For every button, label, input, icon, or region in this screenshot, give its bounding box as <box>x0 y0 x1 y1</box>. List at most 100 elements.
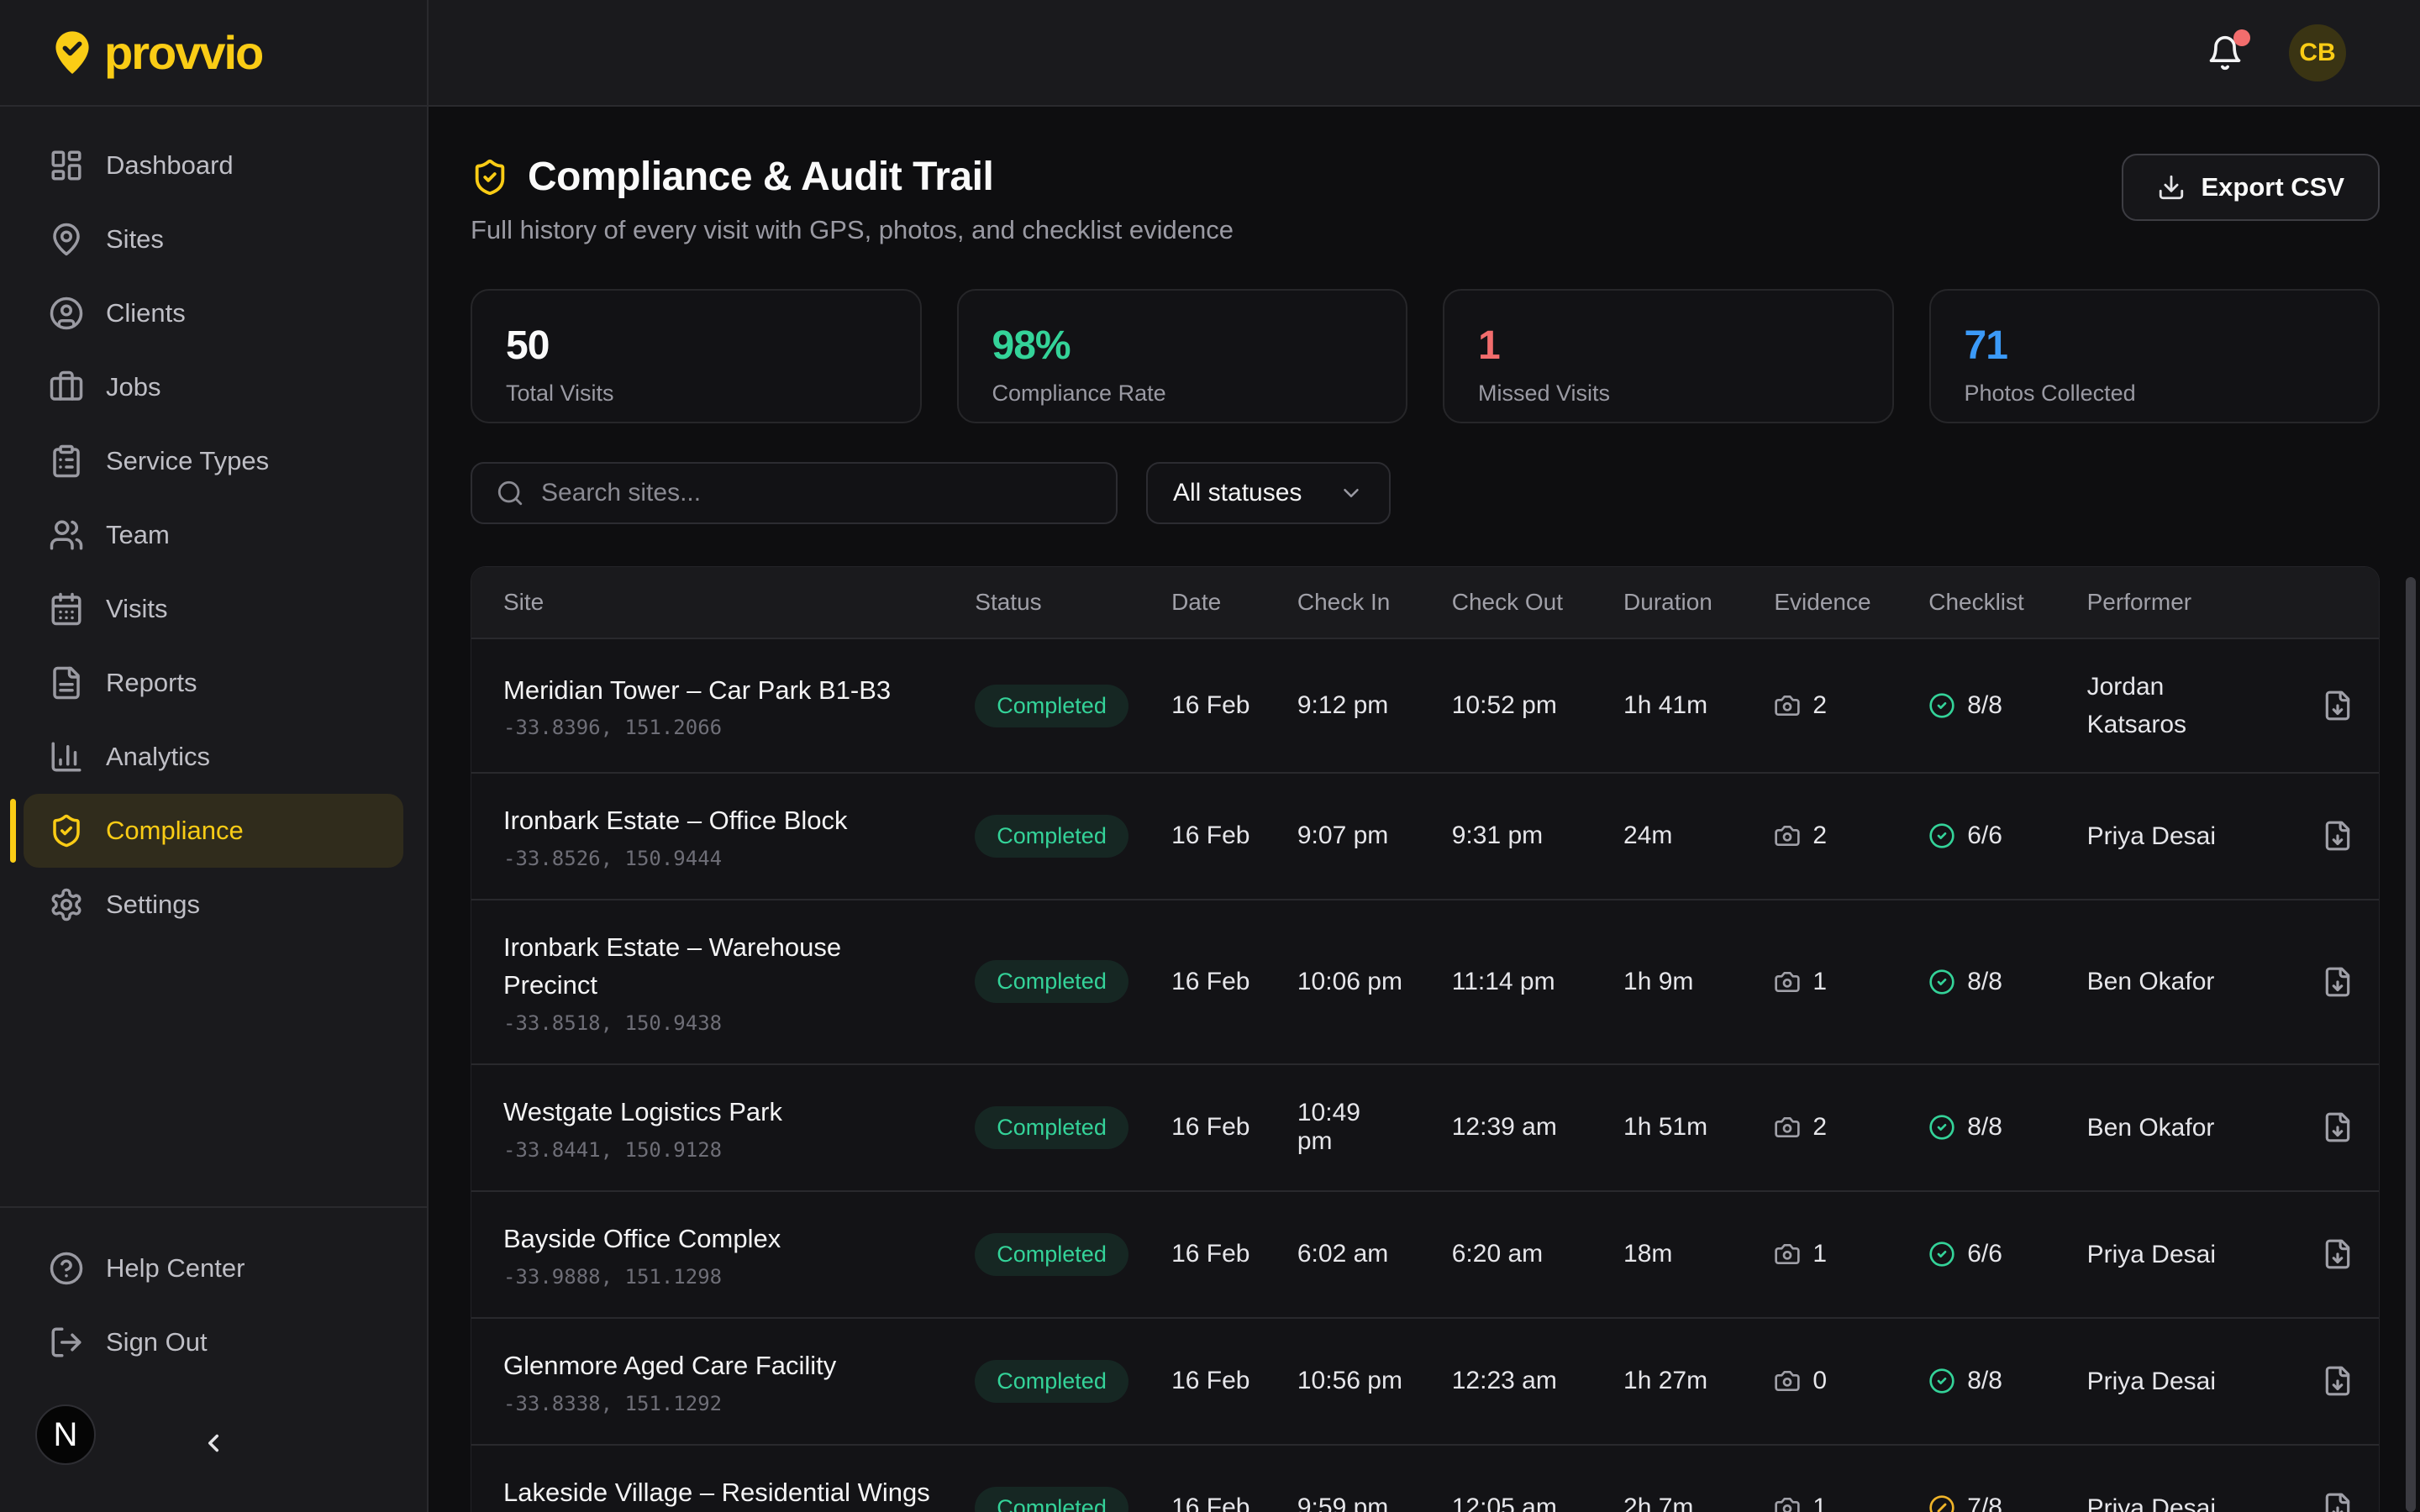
check-in-cell: 9:59 pm <box>1297 1465 1452 1512</box>
check-circle-icon <box>1928 969 1955 995</box>
download-report-button[interactable] <box>2322 1492 2354 1512</box>
table-row[interactable]: Glenmore Aged Care Facility -33.8338, 15… <box>471 1317 2379 1444</box>
sidebar-item-sites[interactable]: Sites <box>24 202 403 276</box>
performer-cell: Priya Desai <box>2087 789 2295 884</box>
stat-card-compliance-rate: 98% Compliance Rate <box>957 289 1408 423</box>
column-header-date: Date <box>1171 567 1297 638</box>
export-csv-button[interactable]: Export CSV <box>2122 154 2380 221</box>
chevron-down-icon <box>1339 480 1364 506</box>
download-report-button[interactable] <box>2322 690 2354 722</box>
chevron-left-icon <box>199 1429 228 1457</box>
download-report-button[interactable] <box>2322 1365 2354 1397</box>
brand-logo[interactable]: provvio <box>49 25 262 80</box>
search-input[interactable] <box>541 479 1092 507</box>
user-circle-icon <box>49 296 84 331</box>
topbar: CB <box>429 0 2420 107</box>
search-box <box>471 462 1118 524</box>
checklist-cell: 7/8 <box>1928 1465 2086 1512</box>
table-row[interactable]: Ironbark Estate – Warehouse Precinct -33… <box>471 899 2379 1063</box>
duration-cell: 1h 9m <box>1623 939 1774 1025</box>
table-row[interactable]: Westgate Logistics Park -33.8441, 150.91… <box>471 1063 2379 1190</box>
evidence-cell: 2 <box>1774 1084 1928 1170</box>
file-text-icon <box>49 665 84 701</box>
site-name: Bayside Office Complex <box>503 1221 933 1258</box>
date-cell: 16 Feb <box>1171 663 1297 748</box>
site-cell: Bayside Office Complex -33.9888, 151.129… <box>471 1192 975 1317</box>
sidebar-item-dashboard[interactable]: Dashboard <box>24 129 403 202</box>
download-report-button[interactable] <box>2322 820 2354 852</box>
dashboard-icon <box>49 148 84 183</box>
evidence-count: 1 <box>1812 1494 1827 1512</box>
status-badge: Completed <box>975 1106 1128 1149</box>
stat-card-missed-visits: 1 Missed Visits <box>1443 289 1894 423</box>
sidebar: provvio Dashboard Sites Clients Jobs <box>0 0 429 1512</box>
sidebar-item-help-center[interactable]: Help Center <box>24 1231 403 1305</box>
table-row[interactable]: Bayside Office Complex -33.9888, 151.129… <box>471 1190 2379 1317</box>
sidebar-item-label: Visits <box>106 594 168 624</box>
main-column: CB Compliance & Audit Trail Full history… <box>429 0 2420 1512</box>
sidebar-item-jobs[interactable]: Jobs <box>24 350 403 424</box>
export-csv-label: Export CSV <box>2201 172 2344 202</box>
duration-cell: 1h 27m <box>1623 1338 1774 1424</box>
sidebar-nav: Dashboard Sites Clients Jobs Service Typ… <box>0 107 427 942</box>
site-coordinates: -33.8518, 150.9438 <box>503 1011 933 1035</box>
table-row[interactable]: Ironbark Estate – Office Block -33.8526,… <box>471 772 2379 899</box>
sidebar-item-label: Clients <box>106 298 186 328</box>
sidebar-item-analytics[interactable]: Analytics <box>24 720 403 794</box>
table-row[interactable]: Meridian Tower – Car Park B1-B3 -33.8396… <box>471 638 2379 772</box>
evidence-count: 2 <box>1812 822 1827 850</box>
site-coordinates: -33.8338, 151.1292 <box>503 1392 933 1415</box>
stat-value: 50 <box>506 323 886 369</box>
sidebar-item-team[interactable]: Team <box>24 498 403 572</box>
status-badge: Completed <box>975 960 1128 1003</box>
file-down-icon <box>2322 1492 2354 1512</box>
scrollbar-thumb[interactable] <box>2406 577 2416 1512</box>
file-down-icon <box>2322 820 2354 852</box>
evidence-count: 1 <box>1812 968 1827 996</box>
performer-cell: Priya Desai <box>2087 1334 2295 1429</box>
notifications-button[interactable] <box>2207 34 2244 71</box>
date-cell: 16 Feb <box>1171 1084 1297 1170</box>
camera-icon <box>1774 1368 1801 1394</box>
user-avatar[interactable]: CB <box>2289 24 2346 81</box>
evidence-cell: 0 <box>1774 1338 1928 1424</box>
check-circle-icon <box>1928 822 1955 849</box>
check-out-cell: 12:23 am <box>1452 1338 1623 1424</box>
download-report-button[interactable] <box>2322 1111 2354 1143</box>
sidebar-item-reports[interactable]: Reports <box>24 646 403 720</box>
stat-card-photos-collected: 71 Photos Collected <box>1929 289 2381 423</box>
checklist-cell: 8/8 <box>1928 663 2086 748</box>
checklist-count: 7/8 <box>1967 1494 2002 1512</box>
status-badge: Completed <box>975 815 1128 858</box>
date-cell: 16 Feb <box>1171 1465 1297 1512</box>
sidebar-item-settings[interactable]: Settings <box>24 868 403 942</box>
performer-cell: Jordan Katsaros <box>2087 639 2295 772</box>
download-report-button[interactable] <box>2322 1238 2354 1270</box>
performer-cell: Priya Desai <box>2087 1207 2295 1302</box>
sidebar-collapse-button[interactable] <box>193 1423 234 1463</box>
check-in-cell: 6:02 am <box>1297 1211 1452 1297</box>
status-filter-dropdown[interactable]: All statuses <box>1146 462 1391 524</box>
checklist-cell: 8/8 <box>1928 939 2086 1025</box>
sidebar-item-compliance[interactable]: Compliance <box>24 794 403 868</box>
table-row[interactable]: Lakeside Village – Residential Wings -33… <box>471 1444 2379 1512</box>
checklist-cell: 6/6 <box>1928 793 2086 879</box>
download-icon <box>2157 173 2186 202</box>
duration-cell: 18m <box>1623 1211 1774 1297</box>
dev-badge[interactable]: N <box>35 1404 96 1465</box>
brand-row: provvio <box>0 0 427 107</box>
title-row: Compliance & Audit Trail <box>471 154 1234 200</box>
sidebar-item-clients[interactable]: Clients <box>24 276 403 350</box>
download-report-button[interactable] <box>2322 966 2354 998</box>
camera-icon <box>1774 1114 1801 1141</box>
checklist-cell: 6/6 <box>1928 1211 2086 1297</box>
sidebar-item-service-types[interactable]: Service Types <box>24 424 403 498</box>
stat-label: Total Visits <box>506 381 886 407</box>
date-cell: 16 Feb <box>1171 1338 1297 1424</box>
check-out-cell: 12:05 am <box>1452 1465 1623 1512</box>
site-cell: Ironbark Estate – Warehouse Precinct -33… <box>471 900 975 1063</box>
sidebar-item-sign-out[interactable]: Sign Out <box>24 1305 403 1379</box>
sidebar-item-visits[interactable]: Visits <box>24 572 403 646</box>
stat-label: Photos Collected <box>1965 381 2345 407</box>
camera-icon <box>1774 1241 1801 1268</box>
